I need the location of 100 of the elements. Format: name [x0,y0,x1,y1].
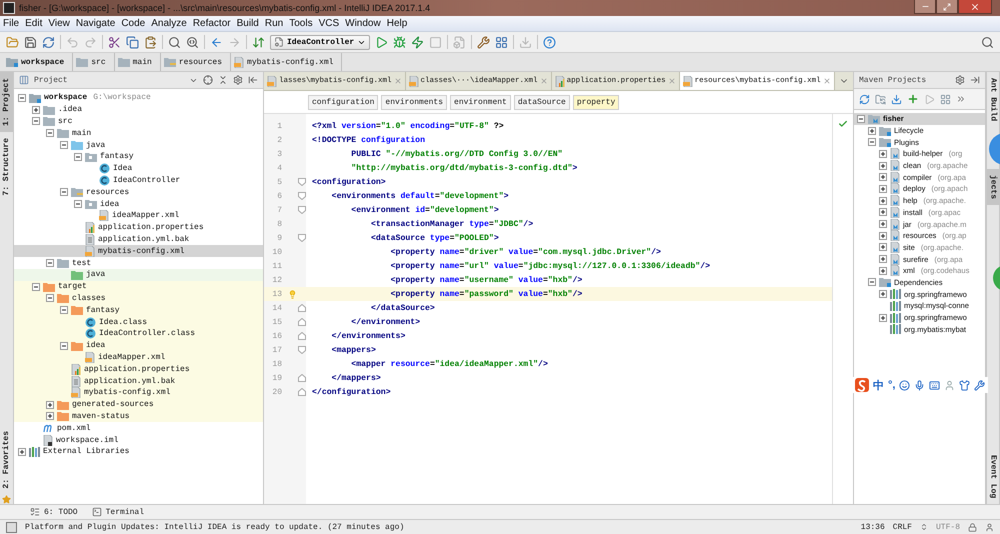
user-icon[interactable] [985,522,994,532]
hide-icon[interactable] [248,75,258,85]
scissors-icon[interactable] [108,36,121,48]
fold-marker-icon[interactable] [298,346,306,354]
expand-toggle[interactable] [74,200,82,208]
expand-toggle[interactable] [879,208,887,216]
keyboard-icon[interactable] [929,380,940,390]
menu-item[interactable]: Tools [286,18,316,29]
maximize-button[interactable] [936,0,958,14]
fold-marker-icon[interactable] [298,234,306,242]
tree-row[interactable]: IdeaController [14,174,263,186]
expand-toggle[interactable] [879,150,887,158]
line-separator[interactable]: CRLF [892,522,912,532]
fold-marker-icon[interactable] [298,178,306,186]
shirt-icon[interactable] [959,380,970,390]
search-icon[interactable] [981,36,994,48]
tree-row[interactable]: maven-status [14,410,263,422]
expand-toggle[interactable] [18,94,26,102]
breadcrumb[interactable]: mybatis-config.xml [231,53,342,71]
tree-row[interactable]: mybatis-config.xml [14,245,263,258]
lock-icon[interactable] [968,522,977,532]
settings-icon[interactable] [955,75,965,85]
tree-row[interactable]: fantasy [14,150,263,163]
breadcrumb[interactable]: resources [160,53,232,71]
tree-row[interactable]: target [14,280,263,293]
tree-row[interactable]: Idea [14,162,263,175]
tree-row[interactable]: java [14,139,263,151]
tag-breadcrumb[interactable]: property [572,94,620,110]
expand-toggle[interactable] [46,259,54,268]
sync-icon[interactable] [42,36,55,48]
tag-breadcrumb[interactable]: dataSource [514,94,570,110]
fold-marker-icon[interactable] [298,332,306,340]
more-icon[interactable] [956,94,966,104]
expand-toggle[interactable] [879,314,887,322]
close-button[interactable] [958,0,992,14]
collapse-icon[interactable] [218,75,228,85]
expand-toggle[interactable] [60,188,68,196]
tree-row[interactable]: application.properties [14,222,263,234]
expand-toggle[interactable] [879,173,887,182]
status-message[interactable]: Platform and Plugin Updates: IntelliJ IDEA is ready to update. (27 minutes ago) [25,522,853,532]
run-config-dropdown[interactable]: IdeaController [270,34,370,50]
tree-row[interactable]: ideaMapper.xml [14,210,263,222]
tree-row[interactable]: idea [14,198,263,210]
tree-row[interactable]: pom.xml [14,422,263,434]
minimize-button[interactable] [914,0,936,14]
tree-row[interactable]: main [14,127,263,140]
tree-row[interactable]: ideaMapper.xml [14,352,263,364]
updown-icon[interactable] [920,523,928,531]
refresh-icon[interactable] [859,94,870,104]
tree-row[interactable]: application.properties [14,363,263,376]
expand-toggle[interactable] [879,184,887,193]
expand-toggle[interactable] [46,400,54,409]
tag-breadcrumb[interactable]: environment [450,94,511,110]
breadcrumb[interactable]: main [114,53,161,71]
expand-toggle[interactable] [32,117,40,126]
menu-item[interactable]: Run [262,18,286,29]
paste-icon[interactable] [144,36,157,48]
menu-item[interactable]: VCS [316,18,342,29]
close-icon[interactable] [822,77,831,85]
tree-row[interactable]: java [14,268,263,281]
menu-item[interactable]: Help [384,18,410,29]
expand-toggle[interactable] [879,266,887,275]
punctuation-toggle[interactable]: °, [888,379,896,391]
tree-row[interactable]: .idea [14,104,263,116]
settings-icon[interactable] [233,75,243,85]
grid-icon[interactable] [495,36,508,48]
fold-marker-icon[interactable] [298,388,306,396]
expand-toggle[interactable] [879,243,887,252]
expand-toggle[interactable] [46,294,54,302]
add-icon[interactable] [907,93,919,105]
tree-row[interactable]: workspace G:\workspace [14,92,263,104]
menu-item[interactable]: Navigate [72,18,118,29]
debug-icon[interactable] [393,36,406,48]
menu-item[interactable]: File [0,18,22,29]
expand-toggle[interactable] [879,196,887,205]
expand-toggle[interactable] [18,448,26,456]
tree-row[interactable]: workspace.iml [14,434,263,446]
expand-toggle[interactable] [32,282,40,291]
build-icon[interactable] [252,36,265,48]
tool-window-tab[interactable]: Event Log [986,448,1000,504]
expand-toggle[interactable] [868,126,876,135]
tag-breadcrumb[interactable]: configuration [308,94,378,110]
menu-item[interactable]: Window [342,18,384,29]
expand-toggle[interactable] [879,162,887,170]
tree-row[interactable]: test [14,257,263,269]
hide-icon[interactable] [970,75,980,85]
tree-row[interactable]: src [14,116,263,128]
input-mode-toggle[interactable]: 中 [873,378,884,392]
menu-item[interactable]: Edit [22,18,46,29]
expand-toggle[interactable] [46,412,54,420]
expand-toggle[interactable] [879,232,887,240]
expand-toggle[interactable] [868,138,876,146]
search-icon[interactable] [168,36,181,48]
expand-toggle[interactable] [60,141,68,150]
grid-icon[interactable] [940,94,951,104]
caret-position[interactable]: 13:36 [860,522,885,532]
wrench-icon[interactable] [974,380,986,390]
smile-icon[interactable] [899,380,910,390]
tool-window-tab[interactable]: jects [986,169,1000,206]
menu-item[interactable]: Analyze [148,18,190,29]
